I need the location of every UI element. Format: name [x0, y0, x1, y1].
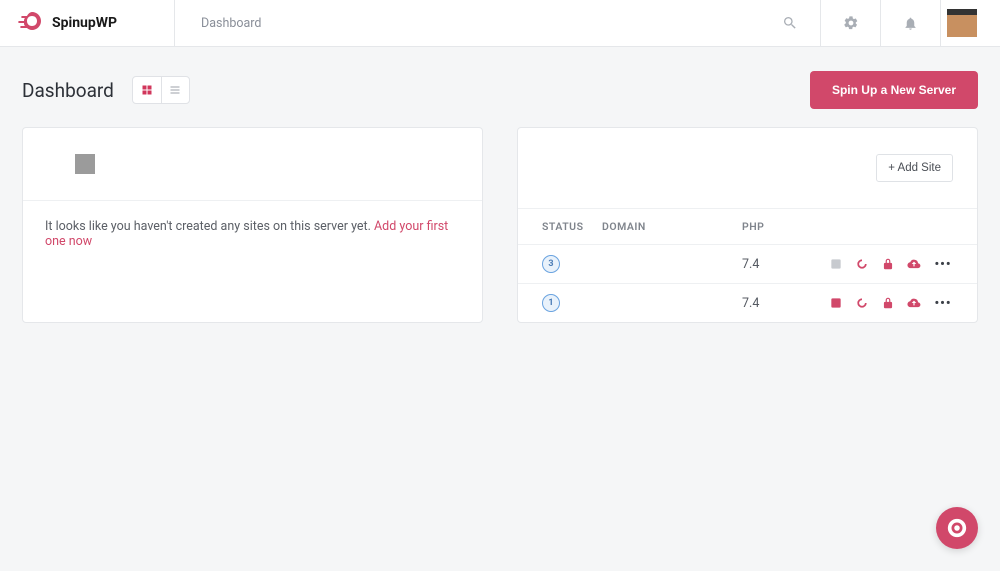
sites-table-header: STATUS DOMAIN PHP [518, 208, 977, 244]
backup-icon[interactable] [907, 296, 921, 310]
col-domain: DOMAIN [602, 220, 742, 233]
header-actions [760, 0, 1000, 46]
site-php-cell: 7.4 [742, 296, 822, 311]
site-php-cell: 7.4 [742, 257, 822, 272]
list-icon [169, 84, 181, 96]
backup-icon[interactable] [907, 257, 921, 271]
logo[interactable]: SpinupWP [0, 0, 175, 46]
site-actions: ••• [829, 296, 953, 311]
page-title: Dashboard [22, 79, 114, 102]
app-header: SpinupWP Dashboard [0, 0, 1000, 47]
page-toolbar: Dashboard Spin Up a New Server [0, 47, 1000, 127]
help-button[interactable] [936, 507, 978, 549]
empty-sites-message: It looks like you haven't created any si… [23, 200, 482, 267]
empty-text: It looks like you haven't created any si… [45, 219, 374, 234]
view-toggle [132, 76, 190, 104]
add-site-button[interactable]: + Add Site [876, 154, 953, 182]
git-icon[interactable] [829, 296, 843, 310]
search-icon [782, 15, 798, 31]
breadcrumb[interactable]: Dashboard [175, 16, 760, 31]
more-actions-button[interactable]: ••• [933, 296, 953, 311]
account-menu[interactable] [940, 0, 1000, 46]
search-button[interactable] [760, 0, 820, 46]
lifebuoy-icon [946, 517, 968, 539]
cache-icon[interactable] [855, 296, 869, 310]
status-badge[interactable]: 1 [542, 294, 560, 312]
server-thumbnail [75, 154, 95, 174]
site-row: 1 7.4 ••• [518, 283, 977, 322]
server-card-sites: + Add Site STATUS DOMAIN PHP 3 7.4 ••• [517, 127, 978, 323]
col-status: STATUS [542, 220, 602, 233]
logo-text: SpinupWP [52, 15, 117, 31]
spin-up-server-button[interactable]: Spin Up a New Server [810, 71, 978, 109]
dashboard-content: It looks like you haven't created any si… [0, 127, 1000, 323]
status-badge[interactable]: 3 [542, 255, 560, 273]
settings-button[interactable] [820, 0, 880, 46]
notifications-button[interactable] [880, 0, 940, 46]
site-row: 3 7.4 ••• [518, 244, 977, 283]
lock-icon[interactable] [881, 257, 895, 271]
gear-icon [843, 15, 859, 31]
server-card-header: + Add Site [518, 128, 977, 208]
view-grid-button[interactable] [133, 77, 161, 103]
bell-icon [903, 16, 918, 31]
logo-icon [18, 12, 44, 34]
more-actions-button[interactable]: ••• [933, 257, 953, 272]
server-card-empty: It looks like you haven't created any si… [22, 127, 483, 323]
col-php: PHP [742, 220, 822, 233]
site-actions: ••• [829, 257, 953, 272]
grid-icon [141, 84, 153, 96]
server-card-header [23, 128, 482, 200]
lock-icon[interactable] [881, 296, 895, 310]
site-status-cell: 1 [542, 294, 602, 312]
site-status-cell: 3 [542, 255, 602, 273]
avatar [947, 9, 977, 37]
cache-icon[interactable] [855, 257, 869, 271]
view-list-button[interactable] [161, 77, 189, 103]
git-icon[interactable] [829, 257, 843, 271]
